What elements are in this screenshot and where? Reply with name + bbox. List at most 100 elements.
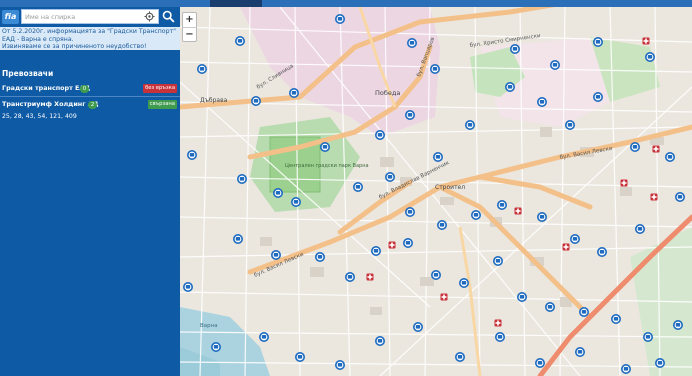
search-bar: fia [0, 7, 180, 27]
bus-stop-icon[interactable] [430, 63, 441, 74]
bus-stop-icon[interactable] [405, 110, 416, 121]
bus-stop-icon[interactable] [183, 281, 193, 292]
bus-stop-icon[interactable] [620, 363, 631, 374]
bus-stop-icon[interactable] [295, 351, 306, 362]
bus-stop-icon[interactable] [403, 238, 414, 249]
district-label: Дъбрава [200, 97, 228, 104]
bus-stop-icon[interactable] [405, 207, 416, 218]
status-badge: свързана [147, 100, 177, 109]
hospital-icon[interactable] [514, 207, 522, 215]
hospital-icon[interactable] [642, 37, 650, 45]
bus-stop-icon[interactable] [494, 331, 505, 342]
hospital-icon[interactable] [388, 241, 396, 249]
bus-stop-icon[interactable] [431, 269, 442, 280]
bus-stop-icon[interactable] [549, 59, 560, 70]
bus-stop-icon[interactable] [634, 224, 645, 235]
bus-stop-icon[interactable] [335, 14, 346, 24]
hospital-icon[interactable] [494, 319, 502, 327]
hospital-icon[interactable] [366, 273, 374, 281]
bus-stop-icon[interactable] [320, 142, 331, 153]
notice-line-1: От 5.2.2020г. информацията за "Градски Т… [2, 28, 176, 35]
bus-stop-icon[interactable] [536, 212, 547, 223]
bus-stop-icon[interactable] [273, 188, 284, 199]
park-label: Централен градски парк Варна [285, 163, 369, 169]
bus-stop-icon[interactable] [592, 92, 603, 103]
bus-stop-icon[interactable] [536, 97, 547, 108]
bus-stop-icon[interactable] [574, 346, 585, 357]
zoom-out-button[interactable]: − [183, 27, 196, 41]
bus-stop-icon[interactable] [470, 210, 481, 221]
status-badge: без връзка [143, 84, 177, 93]
bus-stop-icon[interactable] [610, 313, 621, 324]
active-tab[interactable] [210, 0, 262, 7]
carrier-line-count: 2 [88, 101, 97, 109]
bus-stop-icon[interactable] [251, 96, 262, 107]
bus-stop-icon[interactable] [353, 182, 364, 193]
bus-stop-icon[interactable] [289, 88, 300, 99]
hospital-icon[interactable] [562, 243, 570, 251]
bus-stop-icon[interactable] [544, 301, 555, 312]
bus-stop-icon[interactable] [672, 319, 683, 330]
bus-stop-icon[interactable] [259, 331, 270, 342]
bus-stop-icon[interactable] [232, 234, 243, 245]
bus-stop-icon[interactable] [596, 247, 607, 258]
bus-stop-icon[interactable] [335, 359, 346, 370]
bus-stop-icon[interactable] [375, 130, 386, 141]
bus-stop-icon[interactable] [644, 51, 655, 62]
bus-stop-icon[interactable] [674, 192, 685, 203]
carriers-heading: Превозвачи [2, 69, 54, 78]
divider [0, 96, 180, 97]
hospital-icon[interactable] [620, 179, 628, 187]
carrier-row-gradski[interactable]: Градски транспорт ЕАД 0 без връзка [0, 82, 180, 96]
bus-stop-icon[interactable] [315, 252, 326, 263]
bus-stop-icon[interactable] [187, 150, 197, 161]
service-notice: От 5.2.2020г. информацията за "Градски Т… [0, 27, 180, 50]
map-canvas[interactable]: бул. Христо Смирненски бул. Сливница Поб… [180, 7, 692, 376]
hospital-icon[interactable] [440, 293, 448, 301]
bus-stop-icon[interactable] [196, 63, 207, 74]
bus-stop-icon[interactable] [516, 291, 527, 302]
bus-stop-icon[interactable] [236, 174, 247, 185]
carrier-line-count: 0 [80, 85, 89, 93]
locate-icon[interactable] [144, 11, 155, 22]
bus-stop-icon[interactable] [664, 152, 675, 163]
bus-stop-icon[interactable] [210, 341, 221, 352]
bus-stop-icon[interactable] [413, 321, 424, 332]
carrier-name: Градски транспорт ЕАД [2, 84, 91, 92]
bus-stop-icon[interactable] [234, 35, 245, 46]
notice-line-2: ЕАД - Варна е спряна. [2, 35, 74, 43]
zoom-in-button[interactable]: + [183, 13, 196, 27]
bus-stop-icon[interactable] [578, 306, 589, 317]
bus-stop-icon[interactable] [564, 120, 575, 131]
bus-stop-icon[interactable] [436, 220, 447, 231]
bus-stop-icon[interactable] [504, 82, 515, 93]
bus-stop-icon[interactable] [569, 234, 580, 245]
bus-stop-icon[interactable] [271, 250, 282, 261]
bus-stop-icon[interactable] [642, 331, 653, 342]
bus-stop-icon[interactable] [464, 120, 475, 131]
bus-stop-icon[interactable] [534, 357, 545, 368]
bus-stop-icon[interactable] [496, 200, 507, 211]
bus-stop-icon[interactable] [492, 256, 503, 267]
district-label: Победа [375, 89, 400, 97]
bus-stop-icon[interactable] [385, 172, 396, 183]
bus-stop-icon[interactable] [375, 335, 386, 346]
bus-stop-icon[interactable] [629, 142, 640, 153]
bus-stop-icon[interactable] [433, 152, 444, 163]
bus-stop-icon[interactable] [654, 357, 665, 368]
hospital-icon[interactable] [652, 145, 660, 153]
hospital-icon[interactable] [650, 193, 658, 201]
bus-stop-icon[interactable] [291, 197, 302, 208]
carrier-row-transtriumf[interactable]: Транстриумф Холдинг АД 2 свързана [0, 98, 180, 112]
app-logo[interactable]: fia [2, 10, 19, 24]
bus-stop-icon[interactable] [458, 277, 469, 288]
bus-stop-icon[interactable] [592, 36, 603, 47]
bus-stop-icon[interactable] [371, 246, 382, 257]
bus-stop-icon[interactable] [509, 43, 520, 54]
bus-stop-icon[interactable] [407, 37, 418, 48]
zoom-control: + − [182, 12, 197, 42]
stop-search-input[interactable] [21, 9, 159, 24]
bus-stop-icon[interactable] [345, 271, 356, 282]
search-icon[interactable] [162, 10, 175, 23]
bus-stop-icon[interactable] [454, 351, 465, 362]
